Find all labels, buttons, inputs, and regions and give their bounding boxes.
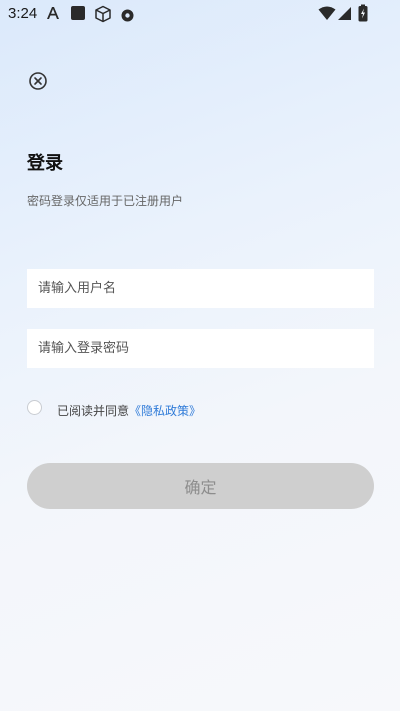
close-circle-icon (28, 72, 48, 95)
login-subtitle: 密码登录仅适用于已注册用户 (27, 194, 184, 208)
agree-text: 已阅读并同意《隐私政策》 (57, 402, 201, 419)
signal-icon (337, 6, 352, 25)
battery-icon (358, 4, 368, 26)
username-input[interactable] (27, 269, 374, 308)
confirm-button[interactable]: 确定 (27, 463, 374, 509)
wifi-icon (318, 6, 336, 25)
agree-label: 已阅读并同意 (57, 404, 130, 418)
font-a-icon (45, 5, 61, 25)
privacy-policy-link[interactable]: 《隐私政策》 (129, 404, 201, 418)
box-icon (94, 5, 112, 27)
privacy-agreement-row: 已阅读并同意《隐私政策》 (27, 400, 327, 420)
agree-checkbox[interactable] (27, 400, 42, 415)
square-app-icon (70, 5, 86, 25)
page-title: 登录 (27, 153, 63, 174)
notification-icon (121, 7, 134, 26)
password-input[interactable] (27, 329, 374, 368)
close-button[interactable] (28, 71, 48, 91)
status-bar: 3:24 (0, 0, 400, 28)
status-time: 3:24 (8, 5, 38, 22)
